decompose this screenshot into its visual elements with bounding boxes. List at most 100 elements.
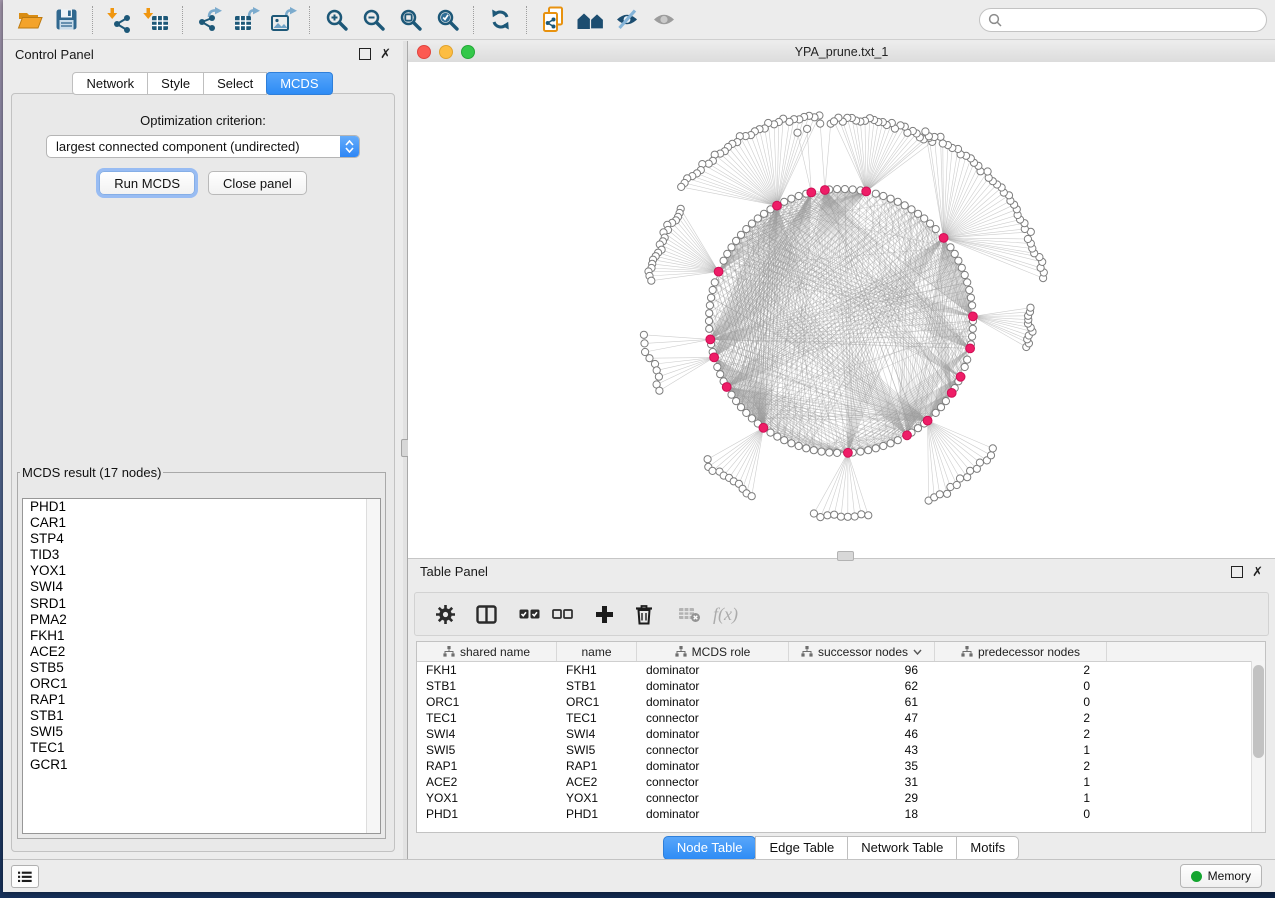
tab-edge-table[interactable]: Edge Table: [755, 836, 848, 860]
table-row[interactable]: RAP1RAP1dominator352: [417, 758, 1265, 774]
mcds-list-scrollbar[interactable]: [366, 499, 380, 833]
delete-entry-button[interactable]: [628, 598, 660, 630]
mcds-result-item[interactable]: ORC1: [23, 676, 380, 692]
table-row[interactable]: ACE2ACE2connector311: [417, 774, 1265, 790]
table-panel: Table Panel ✗: [408, 558, 1275, 860]
function-builder-button[interactable]: f(x): [707, 598, 744, 630]
mcds-result-item[interactable]: GCR1: [23, 757, 380, 773]
float-panel-icon[interactable]: [359, 48, 371, 60]
memory-button[interactable]: Memory: [1180, 864, 1262, 888]
table-row[interactable]: SWI5SWI5connector431: [417, 742, 1265, 758]
mcds-result-item[interactable]: TEC1: [23, 740, 380, 756]
select-all-button[interactable]: [513, 598, 546, 630]
mcds-result-group: MCDS result (17 nodes) PHD1CAR1STP4TID3Y…: [17, 465, 386, 839]
search-input[interactable]: [1007, 12, 1258, 28]
mcds-result-item[interactable]: PMA2: [23, 612, 380, 628]
mcds-result-item[interactable]: CAR1: [23, 515, 380, 531]
mcds-result-item[interactable]: ACE2: [23, 644, 380, 660]
table-cell: connector: [637, 711, 789, 725]
import-network-button[interactable]: [101, 4, 138, 36]
network-canvas[interactable]: [408, 62, 1275, 558]
column-header-successor-nodes[interactable]: successor nodes: [789, 642, 935, 661]
mcds-result-item[interactable]: SWI4: [23, 579, 380, 595]
table-tabs: Node TableEdge TableNetwork TableMotifs: [408, 836, 1275, 860]
node-table[interactable]: shared namenameMCDS rolesuccessor nodesp…: [416, 641, 1266, 833]
zoom-out-button[interactable]: [355, 4, 392, 36]
tab-mcds[interactable]: MCDS: [266, 72, 332, 95]
new-network-from-selection-button[interactable]: [535, 4, 572, 36]
network-from-selection-icon: [541, 6, 566, 33]
table-cell: 0: [935, 679, 1107, 693]
table-row[interactable]: PHD1PHD1dominator180: [417, 806, 1265, 822]
task-history-button[interactable]: [11, 865, 39, 888]
mcds-result-item[interactable]: STP4: [23, 531, 380, 547]
column-header-shared-name[interactable]: shared name: [417, 642, 557, 661]
table-cell: ACE2: [557, 775, 637, 789]
zoom-selected-button[interactable]: [429, 4, 466, 36]
column-header-MCDS-role[interactable]: MCDS role: [637, 642, 789, 661]
search-box[interactable]: [979, 8, 1267, 32]
table-cell: dominator: [637, 679, 789, 693]
column-type-icon: [443, 646, 455, 657]
table-row[interactable]: SWI4SWI4dominator462: [417, 726, 1265, 742]
hide-selected-button[interactable]: [609, 4, 646, 36]
column-header-predecessor-nodes[interactable]: predecessor nodes: [935, 642, 1107, 661]
table-scrollbar-thumb[interactable]: [1253, 665, 1264, 758]
horizontal-splitter-handle[interactable]: [837, 551, 854, 561]
add-entry-button[interactable]: [589, 598, 620, 630]
export-table-button[interactable]: [228, 4, 265, 36]
deselect-all-button[interactable]: [546, 598, 579, 630]
mcds-result-item[interactable]: STB1: [23, 708, 380, 724]
tab-network[interactable]: Network: [72, 72, 148, 95]
mcds-result-list[interactable]: PHD1CAR1STP4TID3YOX1SWI4SRD1PMA2FKH1ACE2…: [22, 498, 381, 834]
mcds-result-item[interactable]: SWI5: [23, 724, 380, 740]
tab-node-table[interactable]: Node Table: [663, 836, 757, 860]
table-scrollbar[interactable]: [1251, 661, 1265, 832]
close-panel-button[interactable]: Close panel: [208, 171, 307, 195]
table-row[interactable]: TEC1TEC1connector472: [417, 710, 1265, 726]
float-table-panel-icon[interactable]: [1231, 566, 1243, 578]
memory-status-icon: [1191, 871, 1202, 882]
open-session-button[interactable]: [11, 4, 48, 36]
mcds-result-item[interactable]: YOX1: [23, 563, 380, 579]
mcds-result-item[interactable]: FKH1: [23, 628, 380, 644]
delete-table-button[interactable]: [672, 598, 707, 630]
mcds-result-item[interactable]: TID3: [23, 547, 380, 563]
zoom-in-button[interactable]: [318, 4, 355, 36]
close-table-panel-icon[interactable]: ✗: [1252, 567, 1263, 577]
application-window: Control Panel ✗ NetworkStyleSelectMCDS O…: [3, 0, 1275, 892]
criterion-select[interactable]: largest connected component (undirected): [46, 135, 360, 158]
zoom-fit-button[interactable]: [392, 4, 429, 36]
table-cell: FKH1: [417, 663, 557, 677]
table-row[interactable]: FKH1FKH1dominator962: [417, 662, 1265, 678]
table-cell: TEC1: [417, 711, 557, 725]
mcds-result-item[interactable]: SRD1: [23, 596, 380, 612]
show-all-button[interactable]: [646, 4, 683, 36]
export-image-button[interactable]: [265, 4, 302, 36]
mcds-result-item[interactable]: RAP1: [23, 692, 380, 708]
table-row[interactable]: YOX1YOX1connector291: [417, 790, 1265, 806]
export-network-button[interactable]: [191, 4, 228, 36]
save-session-button[interactable]: [48, 4, 85, 36]
save-icon: [55, 8, 78, 31]
table-toolbar: f(x): [414, 592, 1269, 636]
tab-network-table[interactable]: Network Table: [847, 836, 957, 860]
table-cell: 47: [789, 711, 935, 725]
close-panel-icon[interactable]: ✗: [380, 49, 391, 59]
tab-select[interactable]: Select: [203, 72, 267, 95]
refresh-button[interactable]: [482, 4, 519, 36]
show-columns-button[interactable]: [470, 598, 503, 630]
table-row[interactable]: STB1STB1dominator620: [417, 678, 1265, 694]
column-header-name[interactable]: name: [557, 642, 637, 661]
table-row[interactable]: ORC1ORC1dominator610: [417, 694, 1265, 710]
first-neighbors-button[interactable]: [572, 4, 609, 36]
table-cell: RAP1: [557, 759, 637, 773]
run-mcds-button[interactable]: Run MCDS: [99, 171, 195, 195]
mcds-result-item[interactable]: STB5: [23, 660, 380, 676]
table-options-button[interactable]: [429, 598, 462, 630]
tab-style[interactable]: Style: [147, 72, 204, 95]
mcds-result-item[interactable]: PHD1: [23, 499, 380, 515]
import-table-button[interactable]: [138, 4, 175, 36]
tab-motifs[interactable]: Motifs: [956, 836, 1019, 860]
memory-button-label: Memory: [1208, 869, 1251, 883]
